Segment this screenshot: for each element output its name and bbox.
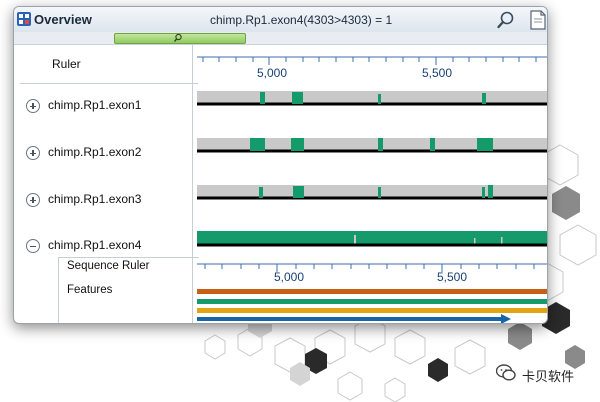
row-divider [20, 83, 198, 84]
coverage-track-exon4 [197, 231, 547, 247]
sequence-ruler-label: Sequence Ruler [67, 260, 150, 272]
view-title: chimp.Rp1.exon4(4303>4303) = 1 [210, 13, 393, 27]
features-track[interactable] [197, 289, 547, 324]
track-view-pane[interactable]: 5,000 5,500 5,000 5,500 [197, 45, 547, 324]
ruler-label: Ruler [52, 57, 81, 71]
plus-icon[interactable] [26, 146, 40, 160]
track-label-pane: Ruler chimp.Rp1.exon1 chimp.Rp1.exon2 ch… [20, 45, 199, 323]
overview-viewport-thumb[interactable] [114, 33, 246, 44]
overview-scroll-strip[interactable] [14, 32, 547, 45]
track-row-exon3[interactable]: chimp.Rp1.exon3 [20, 189, 192, 213]
track-label: chimp.Rp1.exon2 [48, 145, 142, 159]
ruler-track: 5,000 5,500 [197, 56, 547, 80]
track-label: chimp.Rp1.exon1 [48, 98, 142, 112]
plus-icon[interactable] [26, 99, 40, 113]
coverage-track-exon1 [197, 91, 547, 106]
expanded-track-subpanel: Sequence Ruler Features [58, 257, 199, 323]
track-label: chimp.Rp1.exon4 [48, 238, 142, 252]
feature-bar-teal[interactable] [197, 299, 547, 304]
track-row-exon1[interactable]: chimp.Rp1.exon1 [20, 95, 192, 119]
track-row-exon2[interactable]: chimp.Rp1.exon2 [20, 142, 192, 166]
wechat-icon [496, 364, 516, 381]
ruler-tick-label: 5,500 [422, 66, 452, 80]
watermark-text: 卡贝软件 [522, 369, 575, 384]
sequence-ruler-tick-label: 5,000 [274, 270, 304, 284]
genome-browser-window: Overview chimp.Rp1.exon4(4303>4303) = 1 … [13, 6, 548, 324]
magnifier-icon[interactable] [496, 10, 516, 30]
sequence-ruler-track: 5,000 5,500 [197, 263, 547, 284]
feature-bar-orange[interactable] [197, 289, 547, 294]
track-row-exon4[interactable]: chimp.Rp1.exon4 [20, 235, 192, 259]
features-label: Features [67, 284, 113, 296]
feature-bar-gold[interactable] [197, 308, 547, 313]
track-label: chimp.Rp1.exon3 [48, 192, 142, 206]
plus-icon[interactable] [26, 193, 40, 207]
feature-arrow-cds[interactable] [197, 317, 503, 321]
title-bar: Overview chimp.Rp1.exon4(4303>4303) = 1 [14, 7, 547, 33]
document-icon[interactable] [529, 10, 547, 30]
ruler-tick-label: 5,000 [257, 66, 287, 80]
sequence-ruler-tick-label: 5,500 [437, 270, 467, 284]
coverage-track-exon2 [197, 138, 547, 153]
feature-arrow-head [501, 314, 511, 323]
minus-icon[interactable] [26, 239, 40, 253]
grid-app-icon [17, 12, 31, 26]
magnifier-icon [173, 33, 182, 42]
coverage-track-exon3 [197, 185, 547, 200]
panel-title: Overview [34, 12, 92, 27]
